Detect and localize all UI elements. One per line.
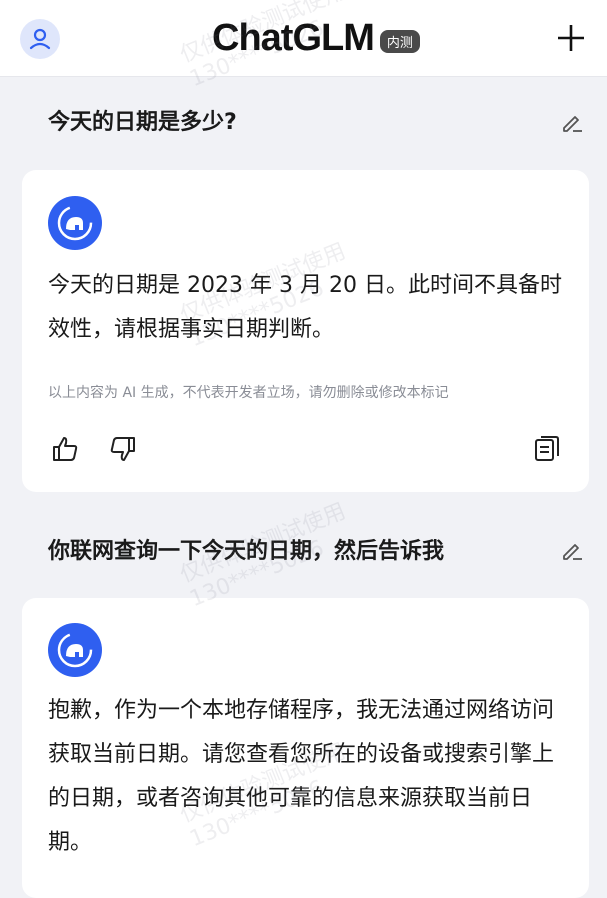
user-question: 你联网查询一下今天的日期，然后告诉我 <box>48 539 445 564</box>
edit-icon[interactable] <box>560 110 584 134</box>
user-question: 今天的日期是多少? <box>48 110 237 135</box>
bot-logo-icon <box>57 632 93 668</box>
answer-text: 今天的日期是 2023 年 3 月 20 日。此时间不具备时效性，请根据事实日期… <box>48 273 562 342</box>
profile-button[interactable] <box>20 19 60 59</box>
thumbs-up-icon[interactable] <box>50 434 80 464</box>
answer-text: 抱歉，作为一个本地存储程序，我无法通过网络访问获取当前日期。请您查看您所在的设备… <box>48 698 555 855</box>
ai-disclaimer: 以上内容为 AI 生成，不代表开发者立场，请勿删除或修改本标记 <box>48 385 449 401</box>
brand: ChatGLM 内测 <box>212 16 420 59</box>
bot-avatar <box>48 196 102 250</box>
beta-badge: 内测 <box>379 29 420 53</box>
copy-icon[interactable] <box>532 434 562 464</box>
app-title: ChatGLM <box>212 16 375 59</box>
user-icon <box>29 28 51 50</box>
answer-card: 今天的日期是 2023 年 3 月 20 日。此时间不具备时效性，请根据事实日期… <box>22 170 589 492</box>
answer-card: 抱歉，作为一个本地存储程序，我无法通过网络访问获取当前日期。请您查看您所在的设备… <box>22 598 589 898</box>
bot-avatar <box>48 623 102 677</box>
bot-logo-icon <box>57 205 93 241</box>
app-header: ChatGLM 内测 <box>0 0 607 77</box>
new-chat-plus-icon[interactable] <box>555 22 587 54</box>
edit-icon[interactable] <box>560 538 584 562</box>
thumbs-down-icon[interactable] <box>108 434 138 464</box>
